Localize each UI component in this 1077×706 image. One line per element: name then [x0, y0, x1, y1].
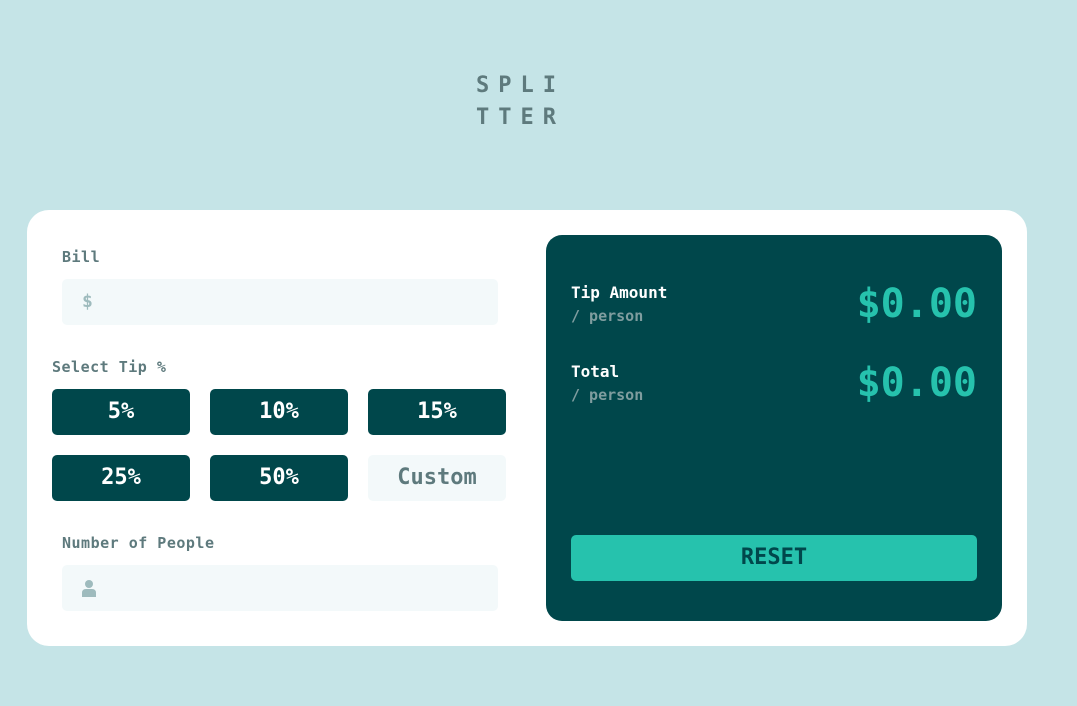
logo-line-2: TTER — [476, 105, 565, 130]
tip-amount-value: $0.00 — [856, 281, 977, 327]
tip-button-50[interactable]: 50% — [210, 455, 348, 501]
app-logo: SPLI TTER — [476, 70, 576, 134]
total-per-person: / person — [571, 386, 644, 404]
calculator-card: Bill $ Select Tip % 5% 10% 15% 25% 50% C… — [27, 210, 1027, 646]
select-tip-label: Select Tip % — [52, 358, 167, 376]
results-panel: Tip Amount / person $0.00 Total / person… — [546, 235, 1002, 621]
reset-button[interactable]: RESET — [571, 535, 977, 581]
bill-field[interactable]: $ — [62, 279, 498, 327]
tip-amount-label: Tip Amount — [571, 283, 668, 302]
dollar-icon: $ — [82, 291, 93, 312]
total-label: Total — [571, 362, 620, 381]
bill-input[interactable] — [112, 279, 486, 327]
bill-label: Bill — [62, 248, 101, 266]
people-label: Number of People — [62, 534, 215, 552]
tip-button-25[interactable]: 25% — [52, 455, 190, 501]
total-value: $0.00 — [856, 360, 977, 406]
custom-tip-input[interactable]: Custom — [368, 455, 506, 501]
people-field[interactable] — [62, 565, 498, 613]
tip-amount-per-person: / person — [571, 307, 644, 325]
person-icon — [82, 580, 96, 597]
people-input[interactable] — [112, 565, 486, 613]
tip-button-15[interactable]: 15% — [368, 389, 506, 435]
tip-button-5[interactable]: 5% — [52, 389, 190, 435]
logo-line-1: SPLI — [476, 73, 565, 98]
tip-button-10[interactable]: 10% — [210, 389, 348, 435]
